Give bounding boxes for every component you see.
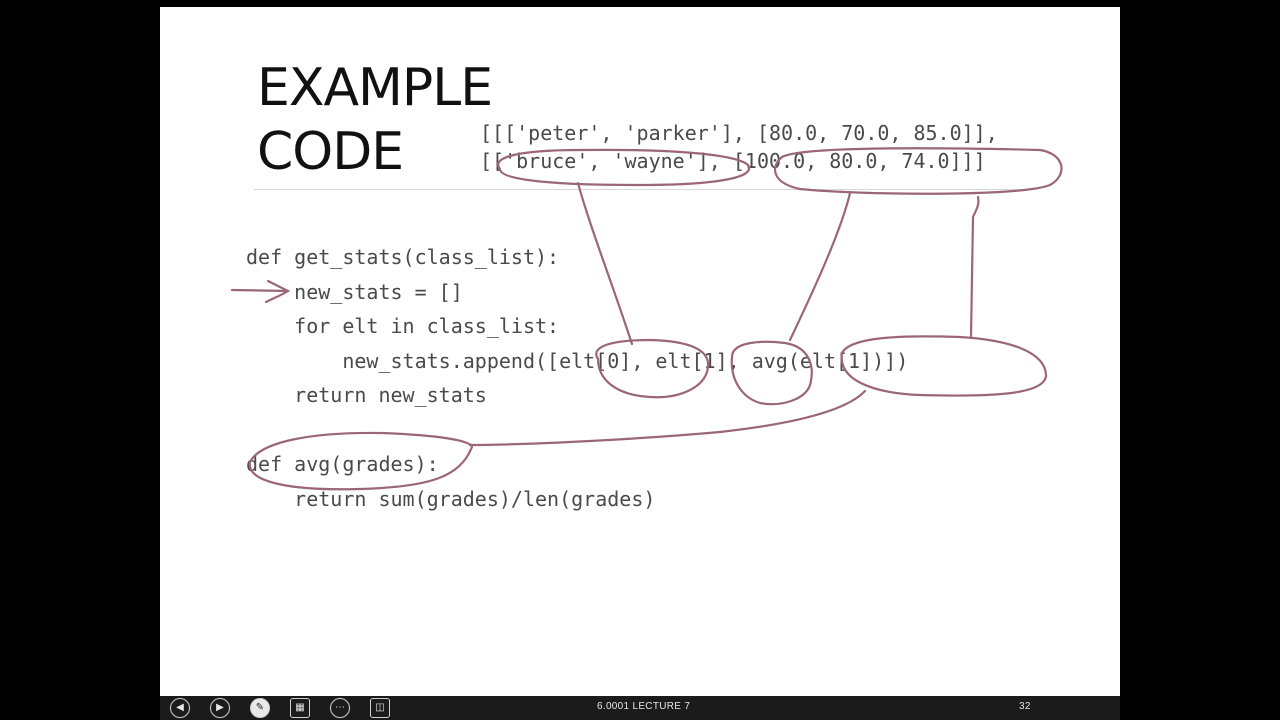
data-line-2: [['bruce', 'wayne'], [100.0, 80.0, 74.0]…	[480, 149, 986, 173]
data-line-1: [[['peter', 'parker'], [80.0, 70.0, 85.0…	[480, 121, 998, 145]
code-line-2: new_stats = []	[246, 280, 463, 304]
more-options-button[interactable]: ⋯	[327, 696, 353, 720]
screen-icon: ◫	[370, 698, 390, 718]
next-icon: ▶	[210, 698, 230, 718]
ink-line-to-def	[468, 389, 867, 447]
previous-icon: ◀	[170, 698, 190, 718]
slides-icon: ▦	[290, 698, 310, 718]
pen-icon: ✎	[250, 698, 270, 718]
slide-title: EXAMPLE CODE	[257, 56, 493, 184]
code-line-3: for elt in class_list:	[246, 314, 560, 338]
ink-line-avg	[969, 195, 980, 339]
title-line-1: EXAMPLE	[257, 58, 493, 118]
presenter-toolbar: ◀ ▶ ✎ ▦ ⋯ ◫ 6.0001 LECTURE 7 32	[160, 696, 1120, 720]
code-line-6: def avg(grades):	[246, 452, 439, 476]
screen-options-button[interactable]: ◫	[367, 696, 393, 720]
next-slide-button[interactable]: ▶	[207, 696, 233, 720]
pen-tool-button[interactable]: ✎	[247, 696, 273, 720]
slide-number: 32	[1019, 701, 1031, 712]
title-line-2: CODE	[257, 122, 404, 182]
ink-line-elt1	[788, 191, 852, 342]
see-all-slides-button[interactable]: ▦	[287, 696, 313, 720]
ink-line-elt0	[576, 181, 634, 346]
code-line-1: def get_stats(class_list):	[246, 245, 560, 269]
previous-slide-button[interactable]: ◀	[167, 696, 193, 720]
code-line-5: return new_stats	[246, 383, 487, 407]
title-divider	[254, 189, 1024, 190]
code-line-7: return sum(grades)/len(grades)	[246, 487, 656, 511]
footer-lecture-label: 6.0001 LECTURE 7	[597, 701, 691, 712]
presentation-slide: EXAMPLE CODE [[['peter', 'parker'], [80.…	[160, 7, 1120, 696]
more-icon: ⋯	[330, 698, 350, 718]
code-line-4: new_stats.append([elt[0], elt[1], avg(el…	[246, 349, 909, 373]
